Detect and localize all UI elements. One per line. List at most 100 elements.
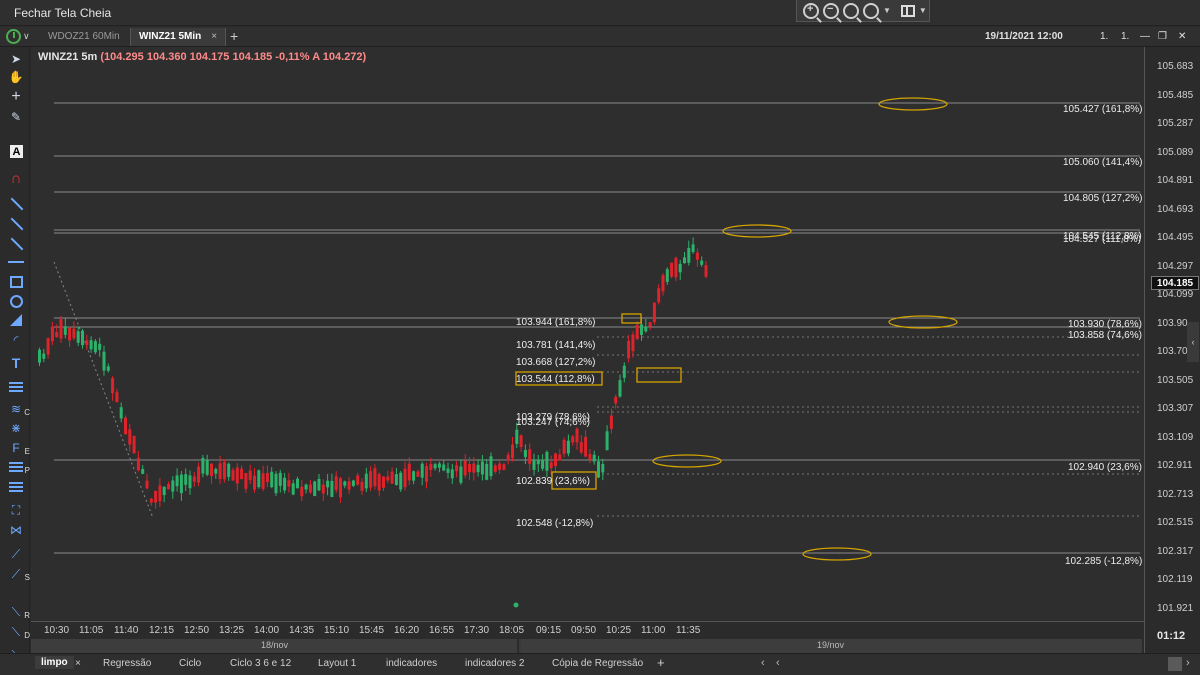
candle-body [149, 498, 153, 503]
fib-extension-icon[interactable]: FE [8, 441, 30, 456]
candle-body [81, 330, 84, 346]
toolbar-button-1[interactable]: 1. [1100, 31, 1108, 42]
zoom-reset-icon[interactable] [863, 2, 879, 19]
triangle-icon[interactable] [8, 313, 24, 327]
candle-body [68, 327, 72, 341]
tab-winz21[interactable]: WINZ21 5Min × [130, 28, 227, 46]
minimize-icon[interactable]: — [1140, 31, 1150, 42]
pattern-icon[interactable]: ⛶ [8, 503, 24, 517]
workspace-tab[interactable]: Layout 1 [318, 658, 356, 669]
price-tick-label: 102.119 [1157, 574, 1193, 585]
delete-drawing-icon[interactable]: ⟍ D [8, 625, 30, 640]
fib-fan-icon[interactable]: ⋇ [8, 421, 24, 435]
arc-icon[interactable]: ◜ [8, 333, 24, 347]
candlestick-chart[interactable] [31, 47, 1144, 621]
close-icon[interactable]: ✕ [1178, 31, 1186, 42]
close-workspace-tab-icon[interactable]: × [75, 658, 81, 669]
candle-body [317, 478, 321, 491]
candle-body [265, 473, 269, 483]
speed-lines-icon[interactable]: ⟋ S [8, 567, 30, 582]
highlight-ellipse [652, 454, 722, 468]
time-tick-label: 11:40 [114, 625, 139, 636]
candle-body [571, 436, 575, 443]
tab-wdoz21[interactable]: WDOZ21 60Min [40, 28, 128, 46]
candle-body [201, 457, 205, 474]
layout-caret-icon[interactable]: ▼ [919, 6, 927, 15]
xabcd-icon[interactable]: ⋈ [8, 523, 24, 537]
zoom-in-icon[interactable]: + [803, 2, 819, 19]
workspace-tab[interactable]: Regressão [103, 658, 151, 669]
time-axis[interactable]: 10:30 11:05 11:40 12:15 12:50 13:25 14:00 14:35… [31, 621, 1144, 639]
fibonacci-icon[interactable] [8, 380, 24, 394]
clock-caret-icon[interactable]: ∨ [23, 31, 30, 42]
trend-line-icon[interactable] [8, 197, 24, 211]
text-icon[interactable]: T [8, 356, 24, 370]
workspace-tab[interactable]: Cópia de Regressão [552, 658, 643, 669]
pencil-icon[interactable]: ✎ [8, 110, 24, 124]
exit-fullscreen-label[interactable]: Fechar Tela Cheia [14, 6, 111, 20]
horizontal-line-icon[interactable] [8, 255, 24, 269]
scroll-left-alt-icon[interactable]: ‹ [776, 657, 780, 669]
candle-body [222, 461, 226, 480]
fib-projection-icon[interactable]: P [8, 460, 30, 475]
text-font-icon[interactable]: A [10, 145, 23, 158]
new-tab-button[interactable]: + [230, 28, 238, 44]
zoom-out-icon[interactable]: − [823, 2, 839, 19]
candle-body [665, 269, 669, 282]
toolbar-button-2[interactable]: 1. [1121, 31, 1129, 42]
cursor-icon[interactable]: ➤ [8, 52, 24, 66]
collapse-panel-button[interactable]: ‹ [1187, 322, 1199, 362]
add-workspace-tab-button[interactable]: + [657, 655, 665, 670]
layout-icon[interactable] [900, 4, 915, 17]
candle-body [657, 288, 661, 303]
candle-body [278, 472, 282, 486]
scrollbar-thumb[interactable] [1168, 657, 1182, 671]
parallel-line-icon[interactable] [8, 237, 24, 251]
clock-icon[interactable] [6, 29, 21, 44]
candle-body [433, 464, 437, 469]
candle-body [635, 324, 639, 339]
candle-body [351, 480, 355, 486]
candle-body [390, 471, 394, 484]
candle-body [106, 366, 110, 371]
candle-body [420, 463, 424, 478]
gann-fan-icon[interactable]: ⟋ [8, 547, 24, 561]
workspace-tab[interactable]: indicadores [386, 658, 437, 669]
rectangle-icon[interactable] [10, 276, 23, 288]
scroll-left-icon[interactable]: ‹ [761, 657, 765, 669]
trading-app: Fechar Tela Cheia + − ▼ ▼ ∨ WDOZ21 60Min… [0, 0, 1200, 675]
time-tick-label: 17:30 [464, 625, 490, 636]
workspace-tab[interactable]: Ciclo 3 6 e 12 [230, 658, 291, 669]
candle-body [575, 428, 579, 443]
hand-icon[interactable]: ✋ [8, 70, 24, 84]
restore-icon[interactable]: ❐ [1158, 31, 1167, 42]
highlight-box [636, 367, 682, 383]
ray-line-icon[interactable] [8, 217, 24, 231]
price-axis[interactable]: 105.683 105.485 105.287 105.089 104.891 104.6… [1144, 47, 1200, 655]
workspace-tab[interactable]: limpo [35, 656, 74, 669]
price-tick-label: 104.297 [1157, 260, 1194, 272]
candle-body [330, 480, 334, 497]
workspace-tab[interactable]: indicadores 2 [465, 658, 524, 669]
candle-body [119, 407, 123, 419]
chart-canvas[interactable] [31, 47, 1144, 621]
candle-body [683, 257, 686, 264]
workspace-tab[interactable]: Ciclo [179, 658, 201, 669]
magnet-icon[interactable]: ∩ [8, 171, 24, 186]
zoom-menu-caret-icon[interactable]: ▼ [883, 6, 891, 15]
candle-body [691, 244, 695, 252]
time-tick-label: 12:15 [149, 625, 175, 636]
crosshair-icon[interactable]: + [8, 89, 24, 105]
regression-icon[interactable]: ⟍ R [8, 605, 30, 620]
zoom-fit-icon[interactable] [843, 2, 859, 19]
circle-icon[interactable] [10, 295, 23, 308]
scroll-right-icon[interactable]: › [1186, 657, 1190, 669]
close-tab-icon[interactable]: × [211, 31, 217, 42]
candle-body [93, 341, 97, 353]
symbol-header: WINZ21 5m (104.295 104.360 104.175 104.1… [38, 51, 366, 63]
time-tick-label: 14:35 [289, 625, 315, 636]
candle-body [446, 468, 450, 473]
fib-cycle-icon[interactable]: ≋ C [8, 402, 30, 417]
channel-icon[interactable] [8, 480, 24, 494]
time-tick-label: 09:50 [571, 625, 597, 636]
